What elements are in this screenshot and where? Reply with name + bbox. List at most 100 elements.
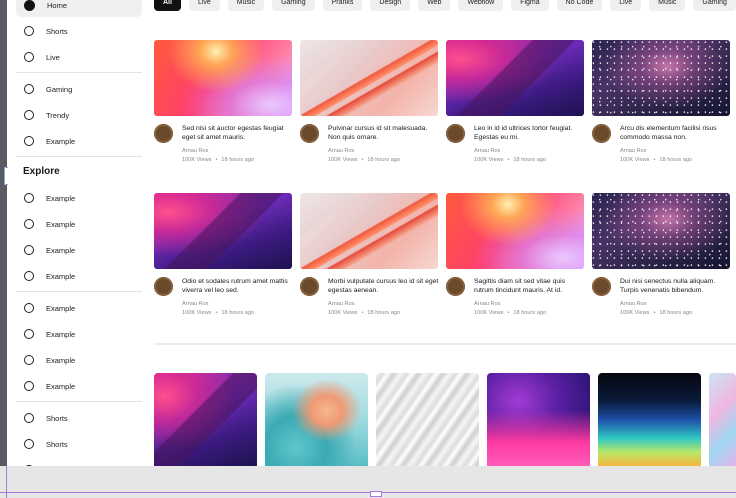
video-title[interactable]: Odio et sodales rutrum amet mattis viver… xyxy=(182,278,294,295)
video-card[interactable]: Odio et sodales rutrum amet mattis viver… xyxy=(154,193,292,317)
video-thumbnail[interactable] xyxy=(592,40,730,116)
channel-name[interactable]: Arnau Ros xyxy=(182,148,208,154)
sidebar-item-shorts[interactable]: Shorts xyxy=(16,19,142,43)
channel-name[interactable]: Arnau Ros xyxy=(620,301,646,307)
video-thumbnail[interactable] xyxy=(446,40,584,116)
separator-dot: • xyxy=(215,310,218,316)
short-thumbnail[interactable] xyxy=(265,373,368,466)
short-thumbnail[interactable] xyxy=(709,373,736,466)
upload-time: 18 hours ago xyxy=(221,157,255,163)
sidebar-item-example[interactable]: Example xyxy=(16,238,142,262)
upload-time: 18 hours ago xyxy=(659,157,693,163)
video-thumbnail[interactable] xyxy=(592,193,730,269)
avatar[interactable] xyxy=(300,277,319,296)
sidebar-divider xyxy=(16,291,142,292)
video-card[interactable]: Sagittis diam sit sed vitae quis rutrum … xyxy=(446,193,584,317)
sidebar-item-gaming[interactable]: Gaming xyxy=(16,77,142,101)
short-thumbnail[interactable] xyxy=(487,373,590,466)
chip-music[interactable]: Music xyxy=(227,0,265,11)
chip-web[interactable]: Web xyxy=(418,0,451,11)
chip-webflow[interactable]: Webflow xyxy=(458,0,504,11)
chip-gaming[interactable]: Gaming xyxy=(272,0,315,11)
video-thumbnail[interactable] xyxy=(154,40,292,116)
sidebar-item-example[interactable]: Example xyxy=(16,374,142,398)
avatar[interactable] xyxy=(300,124,319,143)
sidebar-item-shorts[interactable]: Shorts xyxy=(16,406,142,430)
chip-figma[interactable]: Figma xyxy=(511,0,549,11)
short-thumbnail[interactable] xyxy=(154,373,257,466)
selection-outline xyxy=(0,492,736,493)
chip-music[interactable]: Music xyxy=(649,0,686,11)
video-card[interactable]: Dui nisi senectus nulla aliquam. Turpis … xyxy=(592,193,730,317)
separator-dot: • xyxy=(507,157,510,163)
video-title[interactable]: Leo in id id ultrices tortor feugiat. Eg… xyxy=(474,125,586,142)
video-stats: 100K Views • 18 hours ago xyxy=(620,157,692,163)
video-card[interactable]: Morbi vulputate cursus leo id sit eget e… xyxy=(300,193,438,317)
upload-time: 18 hours ago xyxy=(513,310,547,316)
chip-all[interactable]: All xyxy=(154,0,181,11)
sidebar-item-label: Shorts xyxy=(46,439,68,449)
sidebar-item-example[interactable]: Example xyxy=(16,129,142,153)
avatar[interactable] xyxy=(154,124,173,143)
video-title[interactable]: Sagittis diam sit sed vitae quis rutrum … xyxy=(474,278,586,295)
sidebar-item-home[interactable]: Home xyxy=(16,0,142,17)
sidebar-item-example[interactable]: Example xyxy=(16,348,142,372)
video-title[interactable]: Pulvinar cursus id sit malesuada. Non qu… xyxy=(328,125,440,142)
video-thumbnail[interactable] xyxy=(300,193,438,269)
sidebar-divider xyxy=(16,72,142,73)
short-thumbnail[interactable] xyxy=(376,373,479,466)
sidebar-item-label: Example xyxy=(46,355,76,365)
channel-name[interactable]: Arnau Ros xyxy=(474,301,500,307)
sidebar-item-example[interactable]: Example xyxy=(16,322,142,346)
video-title[interactable]: Sed nisi sit auctor egestas feugiat eget… xyxy=(182,125,294,142)
sidebar-item-example[interactable]: Example xyxy=(16,296,142,320)
separator-dot: • xyxy=(653,310,656,316)
channel-name[interactable]: Arnau Ros xyxy=(328,148,354,154)
sidebar-item-example[interactable]: Example xyxy=(16,264,142,288)
separator-dot: • xyxy=(361,310,364,316)
view-count: 100K Views xyxy=(182,157,212,163)
channel-name[interactable]: Arnau Ros xyxy=(620,148,646,154)
sidebar-item-label: Gaming xyxy=(46,84,73,94)
sidebar-item-shorts[interactable]: Shorts xyxy=(16,432,142,456)
sidebar-divider xyxy=(16,401,142,402)
chip-pranks[interactable]: Pranks xyxy=(322,0,363,11)
video-card[interactable]: Pulvinar cursus id sit malesuada. Non qu… xyxy=(300,40,438,164)
avatar[interactable] xyxy=(592,277,611,296)
avatar[interactable] xyxy=(154,277,173,296)
video-card[interactable]: Leo in id id ultrices tortor feugiat. Eg… xyxy=(446,40,584,164)
channel-name[interactable]: Arnau Ros xyxy=(328,301,354,307)
video-title[interactable]: Dui nisi senectus nulla aliquam. Turpis … xyxy=(620,278,732,295)
home-icon xyxy=(24,0,35,11)
video-title[interactable]: Arcu dis elementum facilisi risus commod… xyxy=(620,125,732,142)
sidebar-item-label: Example xyxy=(46,245,76,255)
resize-handle[interactable] xyxy=(370,491,382,497)
video-thumbnail[interactable] xyxy=(154,193,292,269)
channel-name[interactable]: Arnau Ros xyxy=(182,301,208,307)
sidebar-item-live[interactable]: Live xyxy=(16,45,142,69)
separator-dot: • xyxy=(653,157,656,163)
sidebar-item-label: Home xyxy=(47,0,68,10)
sidebar-item-label: Shorts xyxy=(46,26,68,36)
video-thumbnail[interactable] xyxy=(300,40,438,116)
short-thumbnail[interactable] xyxy=(598,373,701,466)
chip-design[interactable]: Design xyxy=(370,0,411,11)
sidebar-item-example[interactable]: Example xyxy=(16,212,142,236)
video-card[interactable]: Sed nisi sit auctor egestas feugiat eget… xyxy=(154,40,292,164)
video-title[interactable]: Morbi vulputate cursus leo id sit eget e… xyxy=(328,278,440,295)
chip-live[interactable]: Live xyxy=(188,0,220,11)
avatar[interactable] xyxy=(446,277,465,296)
sidebar-item-trendy[interactable]: Trendy xyxy=(16,103,142,127)
chip-live[interactable]: Live xyxy=(610,0,642,11)
avatar[interactable] xyxy=(446,124,465,143)
circle-icon xyxy=(24,193,34,203)
upload-time: 18 hours ago xyxy=(659,310,693,316)
chip-gaming[interactable]: Gaming xyxy=(693,0,736,11)
chip-no-code[interactable]: No Code xyxy=(556,0,603,11)
video-thumbnail[interactable] xyxy=(446,193,584,269)
channel-name[interactable]: Arnau Ros xyxy=(474,148,500,154)
video-card[interactable]: Arcu dis elementum facilisi risus commod… xyxy=(592,40,730,164)
sidebar-item-example[interactable]: Example xyxy=(16,186,142,210)
avatar[interactable] xyxy=(592,124,611,143)
sidebar-item-partial[interactable] xyxy=(16,458,142,466)
